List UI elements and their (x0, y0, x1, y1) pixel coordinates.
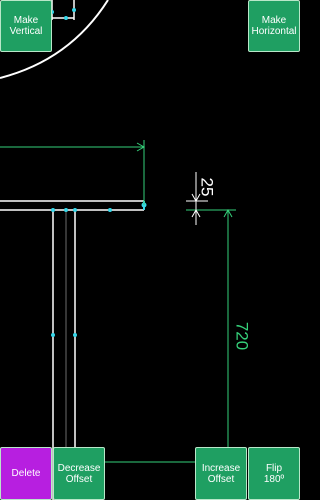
make-horizontal-label-line1: Make (261, 15, 287, 26)
increase-offset-button[interactable]: Increase Offset (195, 447, 247, 500)
increase-offset-label-line1: Increase (201, 462, 241, 474)
delete-label: Delete (11, 468, 41, 479)
node-point[interactable] (51, 208, 55, 212)
dimension-label-large: 720 (233, 322, 252, 350)
delete-button[interactable]: Delete (0, 447, 52, 500)
flip-label-line1: Flip (265, 462, 283, 474)
flip-label-line2: 180º (263, 473, 285, 485)
flip-180-button[interactable]: Flip 180º (248, 447, 300, 500)
make-vertical-button[interactable]: Make Vertical (0, 0, 52, 52)
node-point[interactable] (108, 208, 112, 212)
make-horizontal-button[interactable]: Make Horizontal (248, 0, 300, 52)
decrease-offset-label-line2: Offset (65, 473, 93, 485)
node-point[interactable] (72, 8, 76, 12)
increase-offset-label-line2: Offset (207, 473, 235, 485)
decrease-offset-button[interactable]: Decrease Offset (53, 447, 105, 500)
drawing-canvas[interactable]: 25 720 (0, 0, 300, 500)
node-point[interactable] (73, 333, 77, 337)
make-vertical-label-line2: Vertical (9, 26, 43, 37)
node-point[interactable] (64, 208, 68, 212)
decrease-offset-label-line1: Decrease (57, 462, 101, 474)
node-point[interactable] (51, 333, 55, 337)
make-horizontal-label-line2: Horizontal (251, 26, 297, 37)
make-vertical-label-line1: Make (13, 15, 39, 26)
dimension-label-small: 25 (198, 178, 217, 197)
node-point[interactable] (73, 208, 77, 212)
node-point[interactable] (64, 16, 68, 20)
